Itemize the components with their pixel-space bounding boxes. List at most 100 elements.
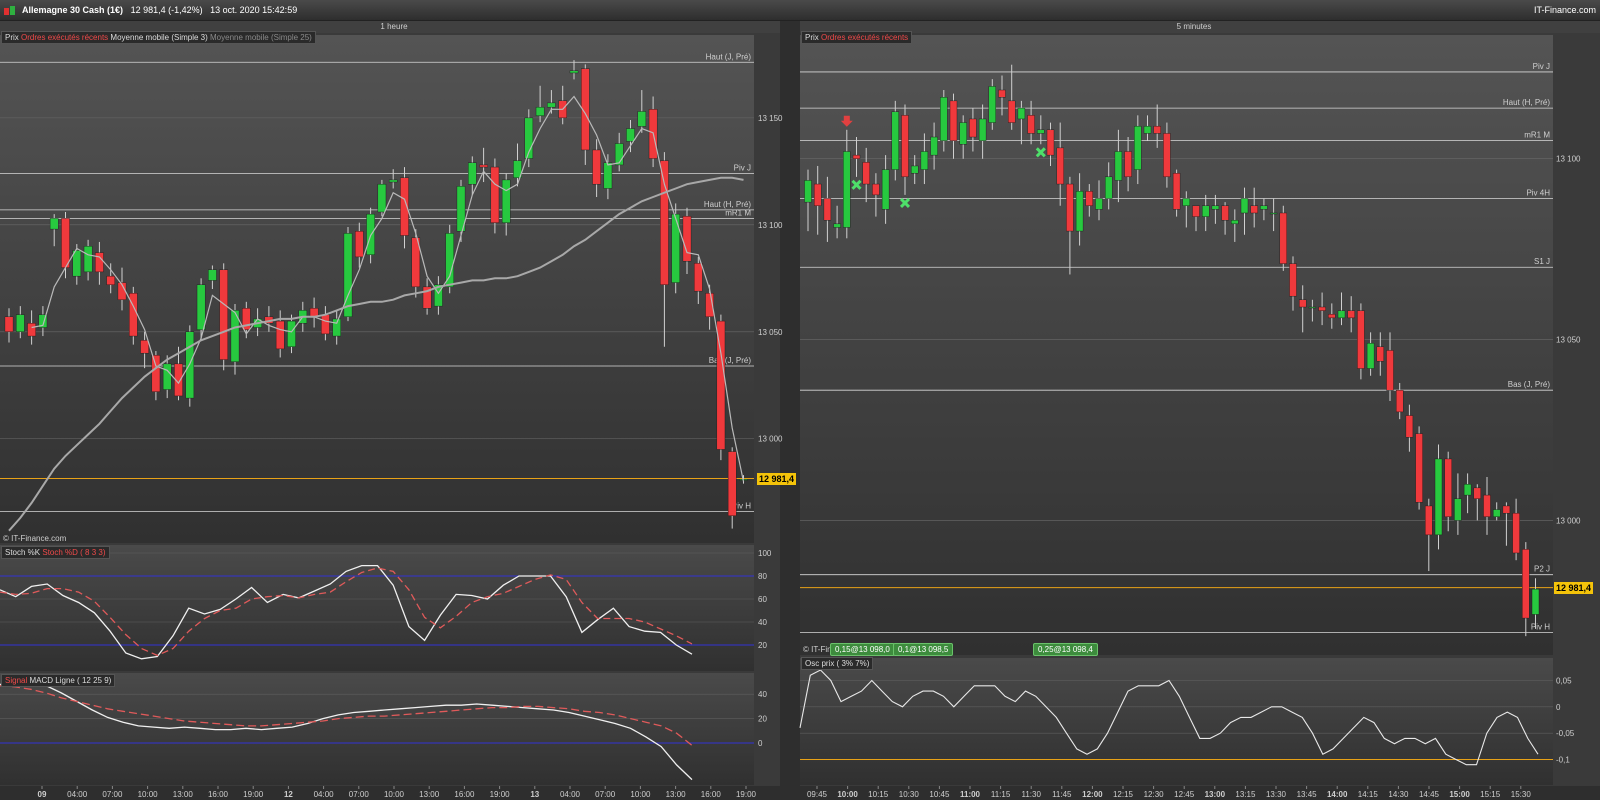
candle-body <box>275 320 285 350</box>
candle-body <box>978 118 987 141</box>
x-tick-label: 14:45 <box>1419 790 1440 799</box>
right-last-price-badge: 12 981,4 <box>1554 581 1594 594</box>
candle-body <box>1046 129 1055 156</box>
candle-body <box>95 252 104 273</box>
candle-body <box>332 318 341 337</box>
x-tick-label: 15:00 <box>1449 790 1470 799</box>
pivot-level-label: Bas (J, Pré) <box>709 356 752 365</box>
candle-body <box>1143 125 1152 134</box>
candle-body <box>490 166 500 223</box>
legend-stoch-d[interactable]: Stoch %D ( 8 3 3) <box>42 548 105 557</box>
candle-body <box>83 246 93 273</box>
candle-body <box>1318 306 1326 311</box>
y-tick-label: 100 <box>758 549 772 558</box>
legend-orders[interactable]: Ordres exécutés récents <box>21 33 108 42</box>
candle-body <box>445 233 454 288</box>
candle-body <box>1425 505 1433 536</box>
stoch-legend[interactable]: Stoch %K Stoch %D ( 8 3 3) <box>1 546 110 559</box>
x-tick-label: 10:00 <box>837 790 858 799</box>
x-tick-label: 11:00 <box>960 790 981 799</box>
candle-body <box>969 118 977 138</box>
legend-stoch-k[interactable]: Stoch %K <box>5 548 40 557</box>
candle-body <box>603 162 613 189</box>
x-tick-label: 14:15 <box>1358 790 1379 799</box>
y-tick-label: -0,05 <box>1556 729 1575 738</box>
legend-macd-line[interactable]: MACD Ligne ( 12 25 9) <box>29 676 111 685</box>
candle-body <box>1240 198 1249 214</box>
candle-body <box>501 179 511 223</box>
charts-canvas[interactable]: 09 04:00 07:00 10:00 13:00 16:00 19:00 12 04:00 0… <box>0 0 1600 800</box>
candle-body <box>1415 433 1423 503</box>
y-tick-label: 13 050 <box>758 328 783 337</box>
pivot-level-label: Bas (J, Pré) <box>1508 380 1551 389</box>
pivot-level-label: Piv J <box>734 163 751 172</box>
candle-body <box>1444 458 1452 517</box>
y-tick-label: 13 000 <box>758 435 783 444</box>
x-tick-label: 10:15 <box>868 790 889 799</box>
trade-badge[interactable]: 0,1@13 098,5 <box>893 643 954 656</box>
left-legend[interactable]: Prix Ordres exécutés récents Moyenne mob… <box>1 31 316 44</box>
candle-body <box>1250 205 1258 214</box>
x-tick-label: 19:00 <box>736 790 757 799</box>
x-tick-label: 11:15 <box>991 790 1011 799</box>
candle-body <box>1483 494 1491 517</box>
y-tick-label: -0,1 <box>1556 755 1570 764</box>
right-legend[interactable]: Prix Ordres exécutés récents <box>801 31 913 44</box>
left-period-label: 1 heure <box>380 22 408 31</box>
osc-legend[interactable]: Osc prix ( 3% 7%) <box>801 657 874 670</box>
left-copyright: © IT-Finance.com <box>3 534 67 543</box>
legend-price[interactable]: Prix <box>5 33 19 42</box>
candle-body <box>1085 191 1093 206</box>
candle-body <box>998 89 1006 98</box>
candle-body <box>16 314 25 332</box>
candle-body <box>1473 487 1481 499</box>
candle-body <box>988 86 996 123</box>
x-tick-label: 15:30 <box>1511 790 1532 799</box>
x-tick-label: 07:00 <box>349 790 370 799</box>
pivot-level-label: Haut (J, Pré) <box>706 52 752 61</box>
candle-body <box>1512 512 1520 554</box>
candle-body <box>671 213 680 283</box>
x-tick-label: 11:30 <box>1021 790 1041 799</box>
x-tick-label: 14:30 <box>1388 790 1409 799</box>
candle-body <box>1260 205 1268 210</box>
x-tick-label: 16:00 <box>208 790 229 799</box>
candle-body <box>1172 173 1181 210</box>
candle-body <box>106 275 115 285</box>
x-tick-label: 09 <box>38 790 47 799</box>
candle-body <box>1153 125 1161 134</box>
legend-osc[interactable]: Osc prix ( 3% 7%) <box>805 659 869 668</box>
candle-body <box>911 165 919 174</box>
legend-sma3[interactable]: Moyenne mobile (Simple 3) <box>110 33 207 42</box>
trade-badge[interactable]: 0,25@13 098,4 <box>1033 643 1098 656</box>
x-tick-label: 13:15 <box>1235 790 1256 799</box>
candle-body <box>940 97 948 141</box>
candle-body <box>388 179 398 183</box>
candle-body <box>535 106 545 116</box>
candle-body <box>1531 588 1540 615</box>
candle-body <box>1522 549 1530 619</box>
x-tick-label: 13:45 <box>1297 790 1318 799</box>
candle-body <box>592 149 601 185</box>
x-tick-label: 11:45 <box>1052 790 1072 799</box>
candle-body <box>208 269 217 281</box>
legend-price[interactable]: Prix <box>805 33 819 42</box>
x-tick-label: 19:00 <box>490 790 511 799</box>
candle-body <box>727 451 737 516</box>
candle-body <box>1192 205 1200 217</box>
candle-body <box>1017 107 1026 120</box>
legend-macd-signal[interactable]: Signal <box>5 676 27 685</box>
candle-body <box>1124 151 1132 178</box>
trade-badge[interactable]: 0,15@13 098,0 <box>830 643 895 656</box>
x-tick-label: 09:45 <box>807 790 828 799</box>
candle-body <box>1299 299 1307 308</box>
legend-orders[interactable]: Ordres exécutés récents <box>821 33 908 42</box>
candle-body <box>823 198 832 221</box>
candle-body <box>287 320 296 347</box>
macd-legend[interactable]: Signal MACD Ligne ( 12 25 9) <box>1 674 116 687</box>
candle-body <box>694 263 703 292</box>
legend-sma25[interactable]: Moyenne mobile (Simple 25) <box>210 33 312 42</box>
candle-body <box>682 216 692 262</box>
x-tick-label: 12 <box>284 790 293 799</box>
candle-body <box>1134 125 1142 170</box>
